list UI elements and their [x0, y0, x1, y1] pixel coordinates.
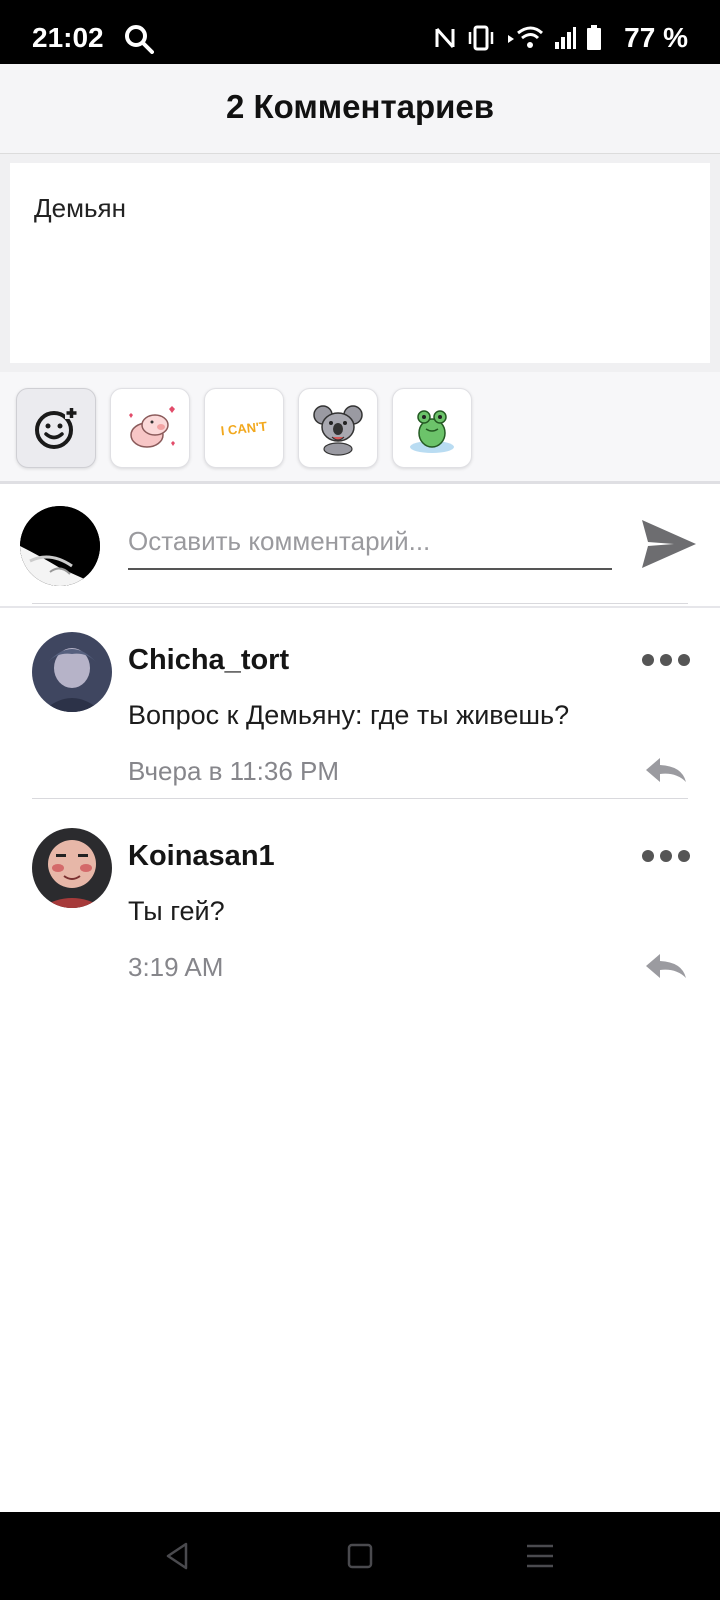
vibrate-icon [468, 25, 494, 51]
add-sticker-icon [35, 406, 78, 449]
more-dot-icon [660, 654, 672, 666]
my-avatar-image [20, 506, 100, 586]
pig-sticker-icon [129, 406, 175, 448]
page-title: 2 Комментариев [225, 88, 495, 125]
header: 2 Комментариев [0, 64, 720, 154]
add-sticker-button[interactable] [16, 388, 96, 468]
more-dot-icon [678, 654, 690, 666]
system-nav-bar [0, 1512, 720, 1600]
chicha-avatar-image [32, 632, 112, 712]
post-text: Демьян [34, 193, 126, 223]
more-dot-icon [678, 850, 690, 862]
reply-icon[interactable] [644, 950, 688, 982]
status-bar: 21:02 77 % [0, 0, 720, 64]
avatar[interactable] [32, 828, 112, 908]
post-card: Демьян [10, 163, 710, 363]
more-options-button[interactable] [642, 844, 690, 868]
search-icon [125, 25, 154, 54]
comment-username[interactable]: Koinasan1 [128, 840, 275, 873]
divider [32, 603, 688, 604]
battery-icon [587, 25, 601, 50]
more-dot-icon [642, 850, 654, 862]
nfc-icon [435, 28, 455, 48]
send-icon[interactable] [640, 516, 698, 572]
comment-username[interactable]: Chicha_tort [128, 644, 289, 677]
comment-timestamp: Вчера в 11:36 PM [128, 756, 340, 786]
divider [32, 798, 688, 799]
back-icon[interactable] [160, 1538, 196, 1574]
status-icons [434, 24, 602, 52]
home-icon[interactable] [342, 1538, 378, 1574]
sticker-i-cant[interactable]: I CAN'T [204, 388, 284, 468]
status-time: 21:02 [32, 22, 104, 53]
post-area: Демьян [0, 154, 720, 372]
more-options-button[interactable] [642, 648, 690, 672]
comment-item: Chicha_tort Вопрос к Демьяну: где ты жив… [0, 608, 720, 804]
avatar[interactable] [20, 506, 100, 586]
comment-timestamp: 3:19 AM [128, 952, 224, 982]
sticker-frog[interactable] [392, 388, 472, 468]
sticker-row: I CAN'T [0, 372, 720, 484]
sticker-pig[interactable] [110, 388, 190, 468]
comment-input[interactable] [128, 514, 612, 570]
more-dot-icon [642, 654, 654, 666]
comment-text: Вопрос к Демьяну: где ты живешь? [128, 700, 570, 730]
signal-icon [555, 27, 576, 49]
avatar[interactable] [32, 632, 112, 712]
koala-sticker-icon [313, 405, 363, 456]
frog-sticker-icon [410, 410, 454, 453]
reply-icon[interactable] [644, 754, 688, 786]
comment-compose [0, 484, 720, 608]
menu-icon[interactable] [522, 1538, 558, 1574]
wifi-icon [508, 26, 544, 48]
more-dot-icon [660, 850, 672, 862]
koinasan-avatar-image [32, 828, 112, 908]
comment-text: Ты гей? [128, 896, 225, 926]
i-cant-sticker-text: I CAN'T [220, 419, 268, 439]
battery-percent: 77 % [624, 22, 688, 53]
i-cant-sticker-icon: I CAN'T [220, 419, 268, 439]
sticker-koala[interactable] [298, 388, 378, 468]
comment-item: Koinasan1 Ты гей? 3:19 AM [0, 804, 720, 1000]
